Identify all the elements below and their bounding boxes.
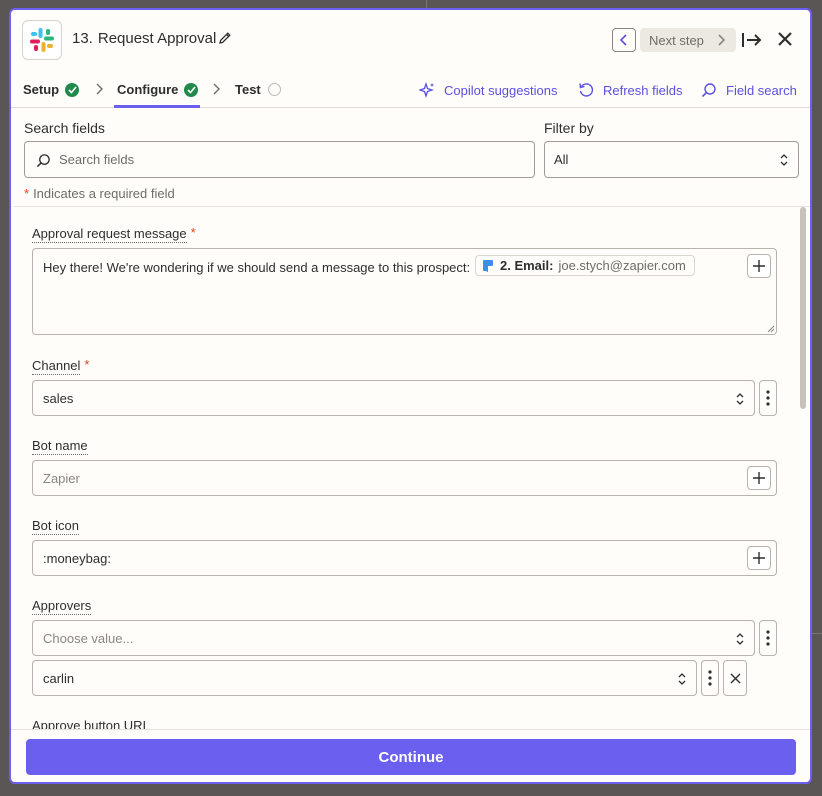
tab-test[interactable]: Test [235, 82, 281, 97]
insert-data-button[interactable] [747, 466, 771, 490]
edit-title-pencil-icon[interactable] [217, 30, 233, 46]
channel-more-options-button[interactable] [759, 380, 777, 416]
search-icon [36, 154, 50, 168]
required-field-note-text: Indicates a required field [33, 186, 175, 201]
step-title-text: Request Approval [97, 30, 217, 47]
filter-by-label: Filter by [544, 120, 594, 136]
search-fields-placeholder: Search fields [59, 152, 135, 167]
bot-name-placeholder: Zapier [43, 470, 80, 486]
approvers-placeholder: Choose value... [43, 630, 134, 646]
field-search-button[interactable]: Field search [701, 82, 797, 98]
pill-label: 2. Email: [500, 258, 554, 273]
bot-icon-value: :moneybag: [43, 550, 111, 566]
sparkle-icon [419, 82, 435, 98]
channel-label: Channel * [32, 357, 89, 375]
bot-icon-label: Bot icon [32, 518, 79, 535]
plus-icon [753, 552, 765, 564]
plus-icon [753, 260, 765, 272]
refresh-fields-label: Refresh fields [603, 82, 683, 98]
step-editor-panel: 13. Request Approval Next step Setup Con… [9, 8, 812, 784]
chevron-right-icon [96, 83, 103, 95]
chevron-right-icon [718, 34, 726, 46]
field-search-label: Field search [726, 82, 797, 98]
approvers-more-options-button[interactable] [759, 620, 777, 656]
insert-data-button[interactable] [747, 546, 771, 570]
select-updown-icon [736, 393, 744, 405]
close-icon[interactable] [775, 29, 795, 49]
step-number: 13. [72, 30, 93, 47]
approver-item-select[interactable]: carlin [32, 660, 697, 696]
continue-label: Continue [378, 748, 444, 766]
chevron-left-icon [619, 34, 627, 46]
collapse-panel-icon[interactable] [741, 30, 763, 50]
more-vertical-icon [766, 630, 770, 646]
active-tab-indicator [114, 105, 200, 108]
select-updown-icon [780, 154, 788, 166]
continue-button[interactable]: Continue [26, 739, 796, 775]
copilot-suggestions-button[interactable]: Copilot suggestions [419, 82, 557, 98]
copilot-suggestions-label: Copilot suggestions [444, 82, 558, 98]
chevron-right-icon [213, 83, 220, 95]
bot-name-label: Bot name [32, 438, 88, 455]
search-icon [701, 83, 716, 98]
required-field-note: * Indicates a required field [24, 186, 175, 201]
check-circle-icon [184, 82, 199, 97]
approvers-select[interactable]: Choose value... [32, 620, 755, 656]
approval-message-label-text: Approval request message [32, 226, 187, 241]
channel-label-text: Channel [32, 358, 81, 373]
panel-header: 13. Request Approval Next step [11, 10, 810, 70]
tab-setup[interactable]: Setup [23, 82, 80, 97]
tab-configure[interactable]: Configure [117, 82, 199, 97]
resize-grip-icon[interactable] [767, 325, 775, 333]
panel-footer: Continue [11, 729, 810, 782]
tab-setup-label: Setup [23, 82, 60, 97]
select-updown-icon [736, 633, 744, 645]
channel-value: sales [43, 390, 74, 406]
step-tabs: Setup Configure Test Copilot suggestions [11, 70, 810, 108]
search-fields-label: Search fields [24, 120, 105, 136]
refresh-icon [579, 83, 594, 97]
bot-name-input[interactable]: Zapier [32, 460, 777, 496]
bot-icon-input[interactable]: :moneybag: [32, 540, 777, 576]
mapped-field-pill[interactable]: 2. Email: joe.stych@zapier.com [475, 255, 695, 276]
approver-item-value: carlin [43, 670, 75, 686]
required-star: * [24, 186, 30, 201]
more-vertical-icon [766, 390, 770, 406]
slack-logo-icon [22, 20, 62, 60]
select-updown-icon [678, 673, 686, 685]
filter-by-value: All [554, 152, 569, 167]
next-step-label: Next step [649, 32, 704, 48]
approval-message-text: Hey there! We're wondering if we should … [43, 260, 471, 275]
remove-approver-button[interactable] [723, 660, 747, 696]
approval-message-textarea[interactable]: Hey there! We're wondering if we should … [32, 248, 777, 335]
approver-item-more-options-button[interactable] [701, 660, 719, 696]
refresh-fields-button[interactable]: Refresh fields [578, 82, 682, 98]
pill-value: joe.stych@zapier.com [558, 258, 686, 273]
pending-circle-icon [267, 83, 281, 96]
required-star: * [84, 357, 90, 372]
step-title: 13. Request Approval [72, 30, 216, 47]
check-circle-icon [65, 82, 80, 97]
close-icon [730, 673, 740, 683]
search-fields-input[interactable]: Search fields [24, 141, 535, 178]
channel-select[interactable]: sales [32, 380, 755, 416]
filter-by-select[interactable]: All [544, 141, 799, 178]
tab-configure-label: Configure [117, 82, 179, 97]
next-step-button[interactable]: Next step [640, 28, 736, 52]
previous-step-button[interactable] [612, 28, 636, 52]
plus-icon [753, 472, 765, 484]
approval-message-label: Approval request message * [32, 225, 196, 243]
tab-test-label: Test [235, 82, 261, 97]
email-app-icon [483, 259, 493, 272]
approvers-label: Approvers [32, 598, 92, 615]
scrollbar-thumb[interactable] [800, 207, 806, 409]
required-star: * [190, 225, 196, 240]
insert-data-button[interactable] [747, 254, 771, 278]
more-vertical-icon [708, 670, 712, 686]
